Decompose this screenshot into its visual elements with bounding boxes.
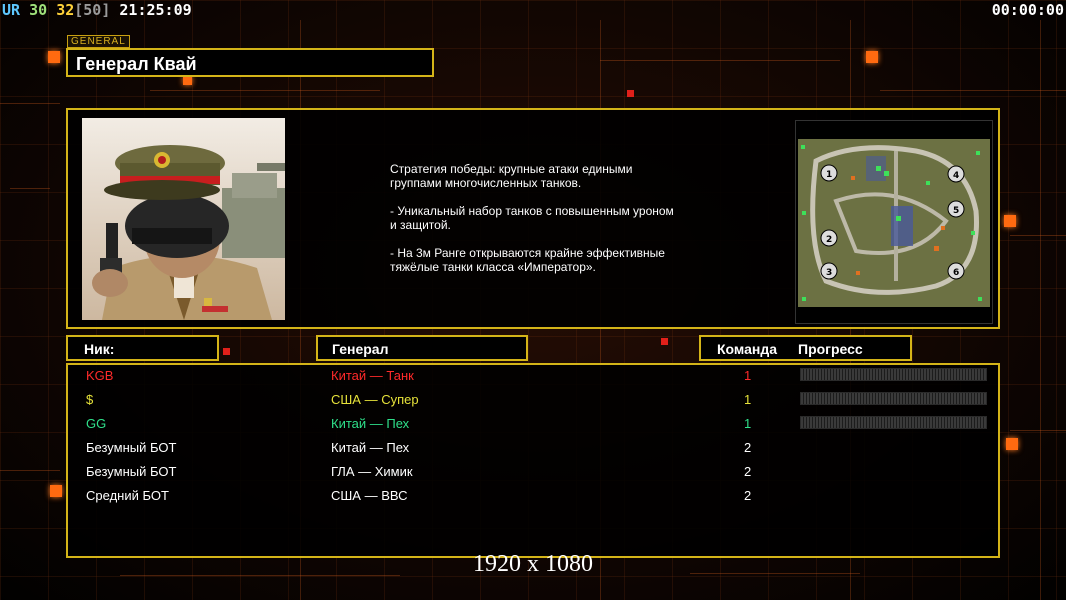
hud-stat-1: 30 xyxy=(29,1,48,19)
description-point-1: - Уникальный набор танков с повышенным у… xyxy=(390,204,674,232)
player-general: ГЛА — Химик xyxy=(331,464,413,479)
hud-stat-3: [50] xyxy=(74,1,111,19)
accent-dot xyxy=(183,76,192,85)
header-general: Генерал xyxy=(316,335,528,361)
player-row[interactable]: GG Китай — Пех 1 xyxy=(68,413,998,437)
circuit-line xyxy=(600,60,840,61)
player-general: США — Супер xyxy=(331,392,419,407)
hud-stats: UR 30 32[50] 21:25:09 xyxy=(2,1,192,19)
header-nick: Ник: xyxy=(66,335,219,361)
player-general: Китай — Пех xyxy=(331,440,410,455)
spawn-2: 2 xyxy=(826,235,832,245)
circuit-line xyxy=(150,90,380,91)
player-nick: Средний БОТ xyxy=(86,488,169,503)
accent-dot xyxy=(50,485,62,497)
player-team: 2 xyxy=(744,440,752,455)
player-row[interactable]: Безумный БОТ Китай — Пех 2 xyxy=(68,437,998,461)
header-progress-label: Прогресс xyxy=(798,341,863,357)
accent-dot xyxy=(866,51,878,63)
general-title-box: Генерал Квай xyxy=(66,48,434,77)
player-nick: Безумный БОТ xyxy=(86,440,177,455)
circuit-line xyxy=(0,103,60,104)
spawn-3: 3 xyxy=(826,268,832,278)
circuit-line xyxy=(1010,235,1066,236)
player-row[interactable]: Безумный БОТ ГЛА — Химик 2 xyxy=(68,461,998,485)
player-nick: $ xyxy=(86,392,94,407)
player-nick: Безумный БОТ xyxy=(86,464,177,479)
player-team: 1 xyxy=(744,368,752,383)
circuit-line xyxy=(880,90,1066,91)
player-nick: GG xyxy=(86,416,107,431)
header-team-progress: Команда Прогресс xyxy=(699,335,912,361)
accent-dot xyxy=(627,90,634,97)
player-team: 1 xyxy=(744,392,752,407)
player-general: Китай — Пех xyxy=(331,416,410,431)
top-hud: UR 30 32[50] 21:25:09 00:00:00 xyxy=(0,0,1066,20)
player-nick: KGB xyxy=(86,368,114,383)
loading-progress-bar xyxy=(800,368,987,381)
general-description: Стратегия победы: крупные атаки едиными … xyxy=(390,162,720,288)
hud-timer: 00:00:00 xyxy=(991,1,1064,19)
accent-dot xyxy=(661,338,668,345)
resolution-label: 1920 x 1080 xyxy=(473,551,593,577)
loading-progress-bar xyxy=(800,416,987,429)
spawn-6: 6 xyxy=(953,268,959,278)
player-roster: KGB Китай — Танк 1 $ США — Супер 1 GG Ки… xyxy=(66,363,1000,558)
description-point-2: - На 3м Ранге открываются крайне эффекти… xyxy=(390,246,665,274)
header-team-label: Команда xyxy=(717,341,777,357)
player-general: Китай — Танк xyxy=(331,368,414,383)
circuit-line xyxy=(10,188,50,189)
accent-dot xyxy=(48,51,60,63)
circuit-line xyxy=(1010,430,1066,431)
player-row[interactable]: Средний БОТ США — ВВС 2 xyxy=(68,485,998,509)
circuit-line xyxy=(0,470,60,471)
general-tag: GENERAL xyxy=(67,35,130,48)
accent-dot xyxy=(1004,215,1016,227)
spawn-4: 4 xyxy=(953,171,959,181)
hud-ur-label: UR xyxy=(2,1,21,19)
player-row[interactable]: $ США — Супер 1 xyxy=(68,389,998,413)
map-preview: 1 2 3 4 5 6 xyxy=(795,120,993,324)
general-portrait xyxy=(82,118,285,320)
spawn-1: 1 xyxy=(826,170,832,180)
accent-dot xyxy=(1006,438,1018,450)
hud-clock: 21:25:09 xyxy=(119,1,192,19)
hud-stat-2: 32 xyxy=(56,1,75,19)
description-strategy: Стратегия победы: крупные атаки едиными … xyxy=(390,162,633,190)
player-team: 1 xyxy=(744,416,752,431)
player-row[interactable]: KGB Китай — Танк 1 xyxy=(68,365,998,389)
header-nick-label: Ник: xyxy=(84,341,115,357)
accent-dot xyxy=(223,348,230,355)
player-general: США — ВВС xyxy=(331,488,408,503)
general-info-panel: Стратегия победы: крупные атаки едиными … xyxy=(66,108,1000,329)
player-team: 2 xyxy=(744,488,752,503)
player-team: 2 xyxy=(744,464,752,479)
loading-progress-bar xyxy=(800,392,987,405)
spawn-5: 5 xyxy=(953,206,959,216)
header-general-label: Генерал xyxy=(332,341,389,357)
circuit-line xyxy=(1040,20,1041,600)
general-name: Генерал Квай xyxy=(76,54,197,74)
